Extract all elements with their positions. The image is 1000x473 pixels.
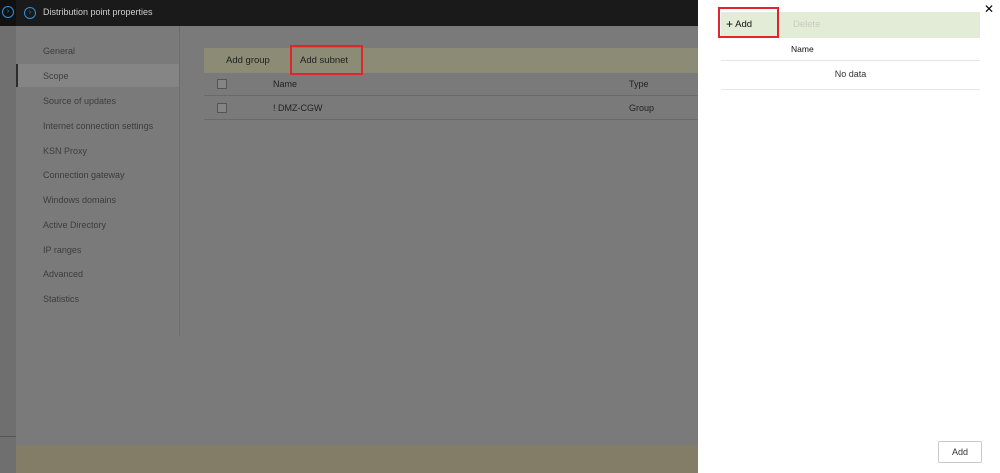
properties-panel: General Scope Source of updates Internet… bbox=[16, 26, 698, 473]
rail-top: › bbox=[0, 0, 16, 26]
footer-add-button[interactable]: Add bbox=[938, 441, 982, 463]
row-type: Group bbox=[629, 103, 655, 113]
no-data-text: No data bbox=[834, 69, 867, 79]
nav-item-scope[interactable]: Scope bbox=[43, 71, 69, 85]
side-table-header: Name bbox=[721, 38, 980, 61]
row-checkbox[interactable] bbox=[217, 103, 227, 113]
nav-item-connection-gateway[interactable]: Connection gateway bbox=[43, 170, 125, 184]
nav-item-general[interactable]: General bbox=[43, 46, 75, 60]
add-highlight bbox=[718, 7, 779, 38]
subnet-side-panel: ✕ + Add Delete Name No data Add bbox=[698, 0, 1000, 473]
close-icon[interactable]: ✕ bbox=[984, 2, 994, 16]
scope-toolbar: Add group Add subnet bbox=[204, 48, 698, 73]
nav-item-ip-ranges[interactable]: IP ranges bbox=[43, 245, 81, 259]
column-header-name[interactable]: Name bbox=[273, 79, 297, 89]
add-subnet-highlight bbox=[290, 45, 363, 75]
side-empty-state: No data bbox=[721, 61, 980, 90]
row-name: ! DMZ-CGW bbox=[273, 103, 323, 113]
panel-footer bbox=[16, 445, 698, 473]
nav-item-windows-domains[interactable]: Windows domains bbox=[43, 195, 116, 209]
info-icon[interactable]: › bbox=[2, 6, 14, 18]
nav-item-statistics[interactable]: Statistics bbox=[43, 294, 79, 308]
properties-nav: General Scope Source of updates Internet… bbox=[16, 26, 180, 336]
nav-item-source-of-updates[interactable]: Source of updates bbox=[43, 96, 116, 110]
column-header-type[interactable]: Type bbox=[629, 79, 649, 89]
table-header: Name Type bbox=[204, 73, 698, 96]
app-rail: › bbox=[0, 0, 16, 473]
window-title: Distribution point properties bbox=[43, 7, 153, 17]
rail-divider bbox=[0, 436, 16, 437]
back-icon[interactable]: › bbox=[24, 7, 36, 19]
side-delete-button[interactable]: Delete bbox=[793, 19, 820, 30]
add-group-button[interactable]: Add group bbox=[226, 55, 270, 66]
nav-item-active-directory[interactable]: Active Directory bbox=[43, 220, 106, 234]
nav-active-indicator bbox=[16, 64, 179, 87]
title-bar: › Distribution point properties bbox=[16, 0, 698, 26]
table-row[interactable]: ! DMZ-CGW Group bbox=[204, 97, 698, 120]
side-column-name[interactable]: Name bbox=[791, 44, 814, 54]
nav-item-ksn-proxy[interactable]: KSN Proxy bbox=[43, 146, 87, 160]
select-all-checkbox[interactable] bbox=[217, 79, 227, 89]
nav-item-internet-connection-settings[interactable]: Internet connection settings bbox=[43, 121, 153, 135]
nav-item-advanced[interactable]: Advanced bbox=[43, 269, 83, 283]
